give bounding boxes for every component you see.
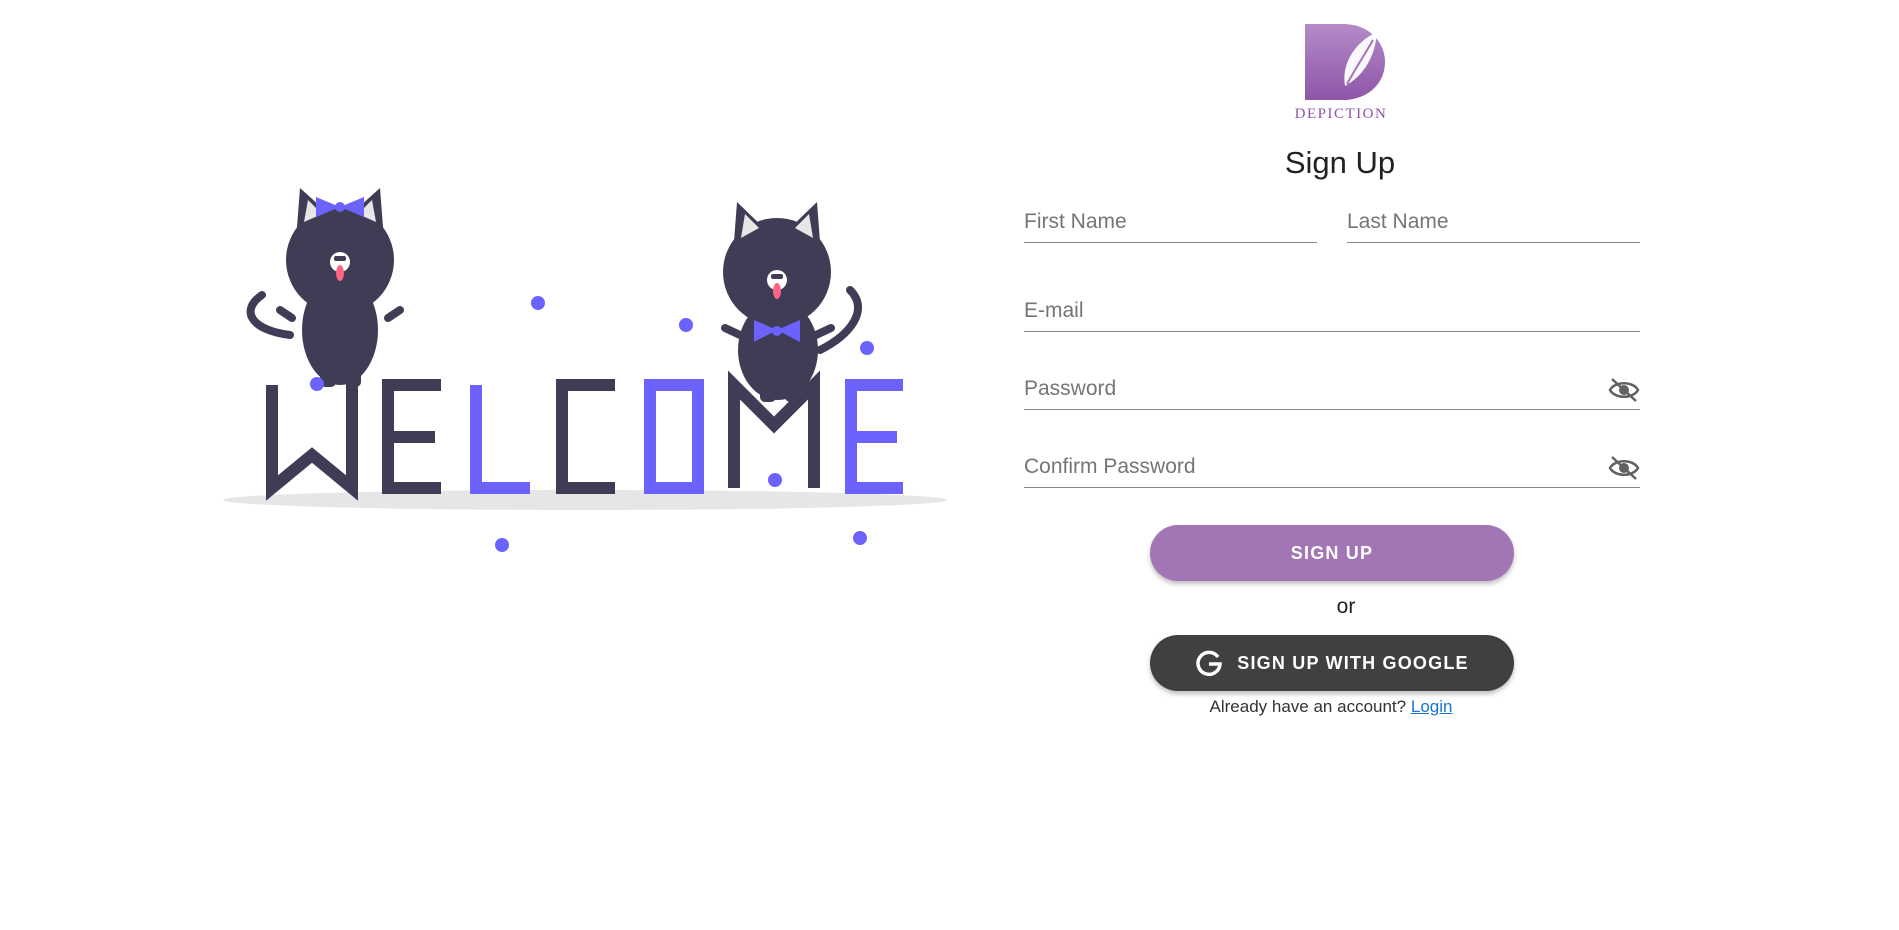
brand-logo: DEPICTION — [1286, 20, 1396, 125]
login-prompt: Already have an account? Login — [1100, 697, 1562, 717]
password-field[interactable]: Password — [1024, 365, 1640, 410]
login-link[interactable]: Login — [1411, 697, 1453, 716]
first-name-label: First Name — [1024, 210, 1127, 233]
sign-up-button[interactable]: SIGN UP — [1150, 525, 1514, 581]
letter-w — [266, 385, 358, 501]
letter-c — [556, 379, 615, 494]
letter-l — [470, 385, 530, 494]
eye-off-icon[interactable] — [1608, 377, 1640, 403]
google-button-label: SIGN UP WITH GOOGLE — [1237, 652, 1469, 673]
cat-left — [246, 188, 404, 387]
letter-e — [382, 379, 441, 494]
last-name-field[interactable]: Last Name — [1347, 198, 1640, 243]
or-divider-text: or — [1336, 595, 1356, 618]
last-name-label: Last Name — [1347, 210, 1449, 233]
sign-up-with-google-button[interactable]: SIGN UP WITH GOOGLE — [1150, 635, 1514, 691]
email-label: E-mail — [1024, 299, 1084, 322]
login-prompt-text: Already have an account? — [1209, 697, 1407, 716]
depiction-logo-icon — [1305, 24, 1385, 100]
logo-text: DEPICTION — [1294, 106, 1388, 122]
first-name-field[interactable]: First Name — [1024, 198, 1317, 243]
cat-right — [721, 202, 862, 402]
google-g-icon — [1196, 650, 1223, 677]
eye-off-icon[interactable] — [1608, 455, 1640, 481]
confirm-password-label: Confirm Password — [1024, 455, 1196, 478]
welcome-cats-image — [223, 188, 947, 552]
letter-e2 — [845, 379, 903, 494]
letter-o — [644, 379, 704, 494]
password-label: Password — [1024, 377, 1117, 400]
page-title: Sign Up — [1284, 145, 1396, 180]
email-field[interactable]: E-mail — [1024, 287, 1640, 332]
welcome-illustration — [220, 170, 960, 570]
sign-up-button-label: SIGN UP — [1290, 542, 1374, 563]
confirm-password-field[interactable]: Confirm Password — [1024, 443, 1640, 488]
